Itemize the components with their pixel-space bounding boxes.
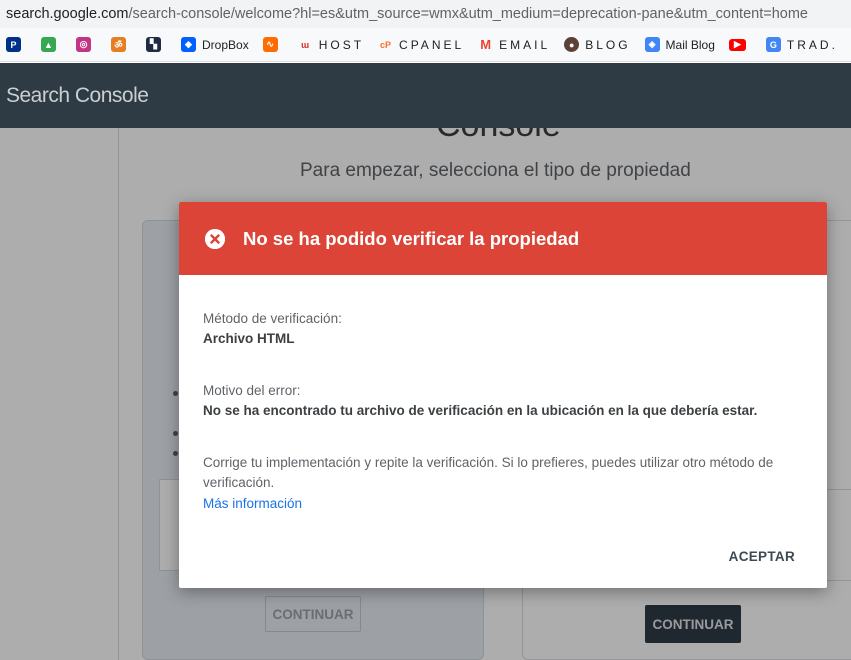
bookmark-label: BLOG	[585, 37, 631, 52]
cpanel-icon: cP	[380, 39, 392, 50]
bookmark-label: TRAD.	[786, 37, 838, 52]
gmail-icon: M	[480, 37, 492, 52]
address-bar[interactable]: search.google.com/search-console/welcome…	[0, 0, 851, 28]
accept-button[interactable]: ACEPTAR	[729, 549, 795, 564]
verification-error-dialog: No se ha podido verificar la propiedad M…	[179, 202, 827, 588]
squares-icon: ▚	[146, 37, 161, 52]
bookmark-cpanel[interactable]: cP CPANEL	[378, 37, 464, 52]
method-section: Método de verificación: Archivo HTML	[203, 309, 803, 349]
bookmark-paypal[interactable]: P	[6, 37, 27, 52]
dialog-header: No se ha podido verificar la propiedad	[179, 202, 827, 275]
bookmark-drive[interactable]: ▲	[41, 37, 62, 52]
note-section: Corrige tu implementación y repite la ve…	[203, 453, 803, 514]
bookmark-label: CPANEL	[399, 37, 465, 52]
google-drive-icon: ▲	[41, 37, 56, 52]
om-icon: ॐ	[111, 37, 126, 52]
mail-blog-icon: ◈	[644, 37, 660, 52]
app-header: Search Console	[0, 63, 851, 128]
more-info-link[interactable]: Más información	[203, 493, 302, 514]
paypal-icon: P	[6, 37, 21, 52]
reason-section: Motivo del error: No se ha encontrado tu…	[203, 381, 803, 421]
youtube-icon: ▶	[728, 38, 746, 51]
dialog-body: Método de verificación: Archivo HTML Mot…	[179, 275, 827, 514]
bookmark-email[interactable]: M EMAIL	[478, 37, 550, 52]
host-icon: ɯ	[301, 39, 310, 50]
bookmark-om[interactable]: ॐ	[111, 37, 132, 52]
bookmark-squares[interactable]: ▚	[146, 37, 167, 52]
bookmark-youtube[interactable]: ▶	[728, 38, 752, 51]
reason-value: No se ha encontrado tu archivo de verifi…	[203, 403, 758, 418]
search-console-logo[interactable]: Search Console	[6, 84, 149, 108]
url-host: search.google.com	[6, 6, 129, 22]
bookmark-label: Mail Blog	[665, 37, 715, 52]
reason-label: Motivo del error:	[203, 383, 301, 398]
method-value: Archivo HTML	[203, 331, 295, 346]
bookmark-instagram[interactable]: ◎	[76, 37, 97, 52]
bookmark-label: HOST	[318, 37, 365, 52]
bookmark-translate[interactable]: G TRAD.	[765, 37, 838, 52]
method-label: Método de verificación:	[203, 311, 342, 326]
bookmark-label: EMAIL	[499, 37, 551, 52]
dialog-title: No se ha podido verificar la propiedad	[243, 227, 580, 249]
bookmark-mail-blog[interactable]: ◈ Mail Blog	[644, 37, 715, 52]
bookmark-blog[interactable]: ● BLOG	[564, 37, 630, 52]
error-circle-icon	[205, 228, 225, 249]
bookmark-dropbox[interactable]: ◆ DropBox	[181, 37, 249, 52]
wave-icon: ∿	[262, 37, 278, 52]
instagram-icon: ◎	[76, 37, 91, 52]
dropbox-icon: ◆	[181, 37, 196, 52]
bookmark-host[interactable]: ɯ HOST	[298, 37, 364, 52]
bookmark-label: DropBox	[202, 37, 249, 52]
url-path: /search-console/welcome?hl=es&utm_source…	[128, 6, 808, 22]
translate-icon: G	[765, 37, 781, 52]
fix-note: Corrige tu implementación y repite la ve…	[203, 455, 774, 490]
bookmark-wave[interactable]: ∿	[262, 37, 284, 52]
blog-icon: ●	[564, 37, 580, 52]
bookmarks-bar: P ▲ ◎ ॐ ▚ ◆ DropBox ∿ ɯ HOST cP CPANEL M EMA…	[0, 28, 851, 62]
